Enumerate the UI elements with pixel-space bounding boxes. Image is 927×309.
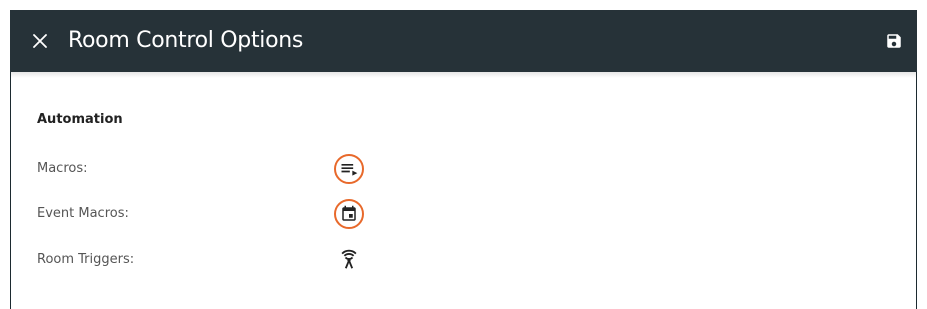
macros-label: Macros: bbox=[37, 161, 88, 176]
playlist-play-icon bbox=[341, 164, 358, 176]
room-triggers-button[interactable] bbox=[334, 245, 364, 275]
room-triggers-label: Room Triggers: bbox=[37, 252, 135, 267]
save-button[interactable] bbox=[883, 30, 905, 52]
page-title: Room Control Options bbox=[68, 28, 304, 53]
event-macros-row: Event Macros: bbox=[37, 199, 637, 229]
wireless-antenna-icon bbox=[341, 249, 357, 269]
close-button[interactable] bbox=[28, 29, 52, 53]
page: Room Control Options Automation Macros: … bbox=[0, 0, 927, 309]
macros-row: Macros: bbox=[37, 154, 637, 184]
close-icon bbox=[33, 34, 47, 48]
event-macros-button[interactable] bbox=[334, 199, 364, 229]
save-icon bbox=[887, 34, 901, 48]
macros-button[interactable] bbox=[334, 154, 364, 184]
section-title: Automation bbox=[37, 112, 123, 127]
app-bar: Room Control Options bbox=[10, 10, 917, 72]
appbar-shadow bbox=[11, 72, 916, 78]
calendar-event-icon bbox=[342, 205, 356, 221]
event-macros-label: Event Macros: bbox=[37, 206, 129, 221]
room-triggers-row: Room Triggers: bbox=[37, 245, 637, 275]
